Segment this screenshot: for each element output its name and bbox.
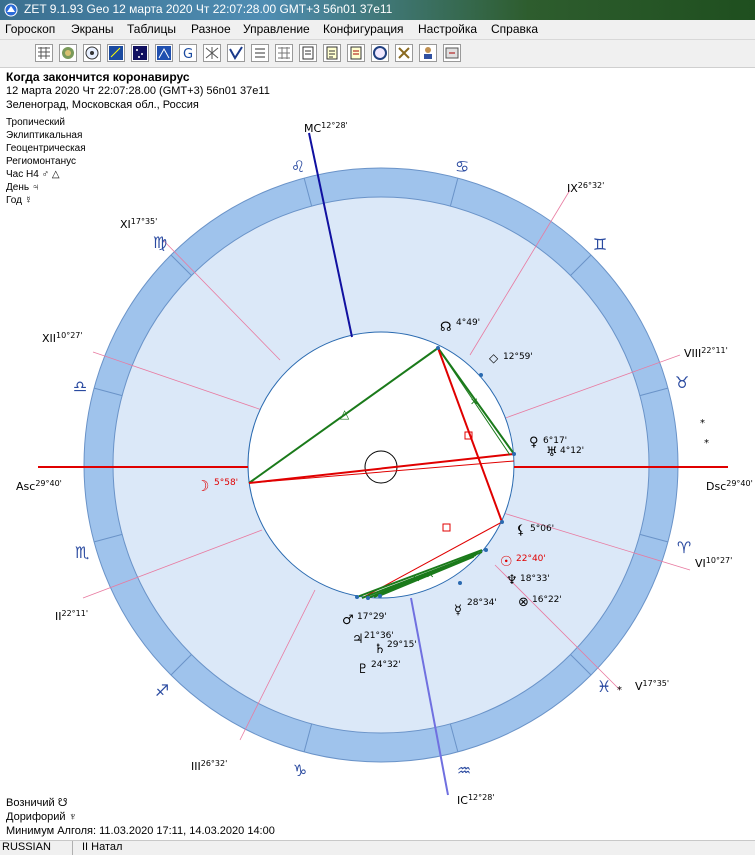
bottom-info: Возничий ☋ Дорифорий ♆ Минимум Алголя: 1…: [6, 796, 275, 838]
chart-mode: II Натал: [82, 841, 123, 853]
svg-text:✕: ✕: [426, 570, 434, 581]
chiron-glyph: ⚸: [516, 523, 526, 538]
neptune-glyph: ♆: [506, 573, 518, 588]
cusp-xii: XII10°27': [42, 331, 83, 345]
sign-scorpio: ♏: [75, 543, 89, 562]
language-indicator: RUSSIAN: [2, 841, 51, 853]
fortune-deg: 16°22': [532, 595, 562, 605]
cusp-ix: IX26°32': [567, 181, 604, 195]
node-star-symbol: ☋: [57, 797, 68, 809]
moon-glyph: ☽: [196, 477, 209, 495]
ic-label: IC12°28': [457, 793, 495, 807]
svg-text:✕: ✕: [412, 574, 420, 585]
star-marker: *: [700, 418, 705, 429]
cusp-ii: II22°11': [55, 609, 88, 623]
node-deg: 4°49': [456, 318, 480, 328]
dory-label: Дорифорий: [6, 811, 66, 823]
uranus-deg: 4°12': [560, 446, 584, 456]
svg-text:✕: ✕: [470, 397, 478, 408]
cusp-v: V17°35': [635, 679, 669, 693]
lilith-glyph: ◇: [489, 351, 499, 365]
sign-virgo: ♍: [153, 233, 167, 252]
uranus-glyph: ♅: [546, 445, 558, 460]
star-marker: *: [704, 438, 709, 449]
sun-glyph: ☉: [500, 554, 513, 570]
cusp-xi: XI17°35': [120, 217, 157, 231]
lilith-deg: 12°59': [503, 352, 533, 362]
moon-deg: 5°58': [214, 478, 238, 488]
saturn-glyph: ♄: [374, 642, 386, 657]
node-star-row: Возничий ☋: [6, 796, 275, 810]
pluto-glyph: ♇: [357, 662, 369, 677]
node-glyph: ☊: [440, 320, 452, 335]
mars-deg: 17°29': [357, 612, 387, 622]
mercury-glyph: ☿: [454, 603, 462, 618]
sign-aquarius: ♒: [457, 761, 471, 780]
jupiter-glyph: ♃: [352, 632, 364, 647]
status-bar: RUSSIAN II Натал: [0, 840, 755, 855]
fortune-glyph: ⊗: [518, 595, 529, 610]
natal-chart[interactable]: △ ✕ ✕ ✕ ♌ ♋ ♊ ♉ ♈ ♓ ♒ ♑ ♐ ♏ ♎ ♍ * * * MC…: [0, 0, 755, 854]
sun-deg: 22°40': [516, 554, 546, 564]
sign-pisces: ♓: [597, 677, 611, 696]
mars-glyph: ♂: [342, 613, 354, 628]
sign-gemini: ♊: [593, 235, 607, 254]
sign-cancer: ♋: [455, 157, 469, 176]
mercury-deg: 28°34': [467, 598, 497, 608]
star-marker: *: [617, 685, 622, 696]
mc-label: MC12°28': [304, 121, 348, 135]
status-divider: [72, 841, 73, 855]
sign-capricorn: ♑: [293, 761, 307, 780]
sign-taurus: ♉: [675, 373, 689, 392]
venus-glyph: ♀: [529, 435, 539, 450]
node-star-label: Возничий: [6, 797, 55, 809]
cusp-vi: VI10°27': [695, 556, 732, 570]
pluto-deg: 24°32': [371, 660, 401, 670]
algol-minimum: Минимум Алголя: 11.03.2020 17:11, 14.03.…: [6, 825, 275, 837]
dory-symbol: ♆: [68, 811, 77, 823]
sign-aries: ♈: [677, 538, 691, 557]
cusp-iii: III26°32': [191, 759, 227, 773]
neptune-deg: 18°33': [520, 574, 550, 584]
chiron-deg: 5°06': [530, 524, 554, 534]
saturn-deg: 29°15': [387, 640, 417, 650]
asc-label: Asc29°40': [16, 479, 62, 493]
sign-libra: ♎: [73, 377, 87, 396]
svg-text:△: △: [340, 407, 350, 421]
sign-sagittarius: ♐: [155, 681, 169, 700]
dsc-label: Dsc29°40': [706, 479, 753, 493]
dory-row: Дорифорий ♆: [6, 810, 275, 824]
cusp-viii: VIII22°11': [684, 346, 728, 360]
sign-leo: ♌: [291, 157, 305, 176]
